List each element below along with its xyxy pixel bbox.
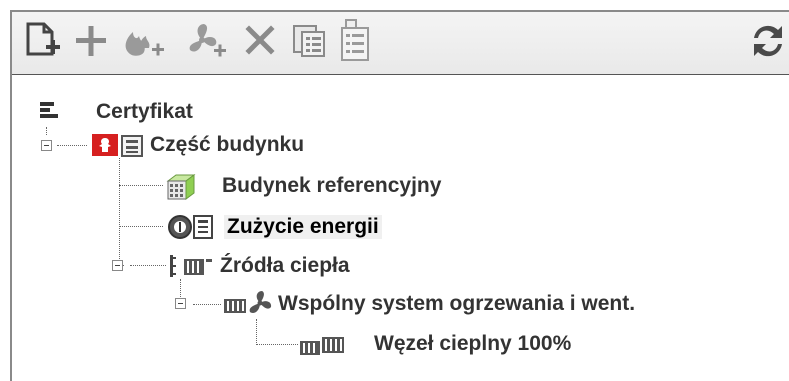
delete-button[interactable] (240, 18, 280, 64)
tree-node-label: Węzeł cieplny 100% (374, 332, 572, 355)
collapse-toggle[interactable] (175, 298, 186, 309)
tree-node-certyfikat[interactable]: Certyfikat (36, 97, 193, 127)
tree-connector (130, 265, 166, 266)
fan-plus-icon (189, 24, 226, 57)
collapse-toggle[interactable] (112, 260, 123, 271)
plus-icon (76, 26, 106, 56)
tree-connector (256, 344, 298, 345)
tree-connector (57, 145, 87, 146)
refresh-button[interactable] (746, 18, 789, 64)
form-icon (341, 19, 369, 61)
radiator-icon (170, 255, 212, 277)
radiator-fan-icon (224, 291, 272, 313)
tree-connector (119, 185, 163, 186)
collapse-toggle[interactable] (41, 140, 52, 151)
tree-node-label: Certyfikat (96, 100, 193, 123)
tree-node-label: Zużycie energii (224, 215, 382, 239)
tree-connector (119, 158, 120, 265)
tree-connector (256, 319, 257, 345)
tree-connector (119, 226, 163, 227)
add-ventilation-button[interactable] (180, 18, 232, 64)
copy-button[interactable] (288, 18, 332, 64)
toolbar (12, 12, 789, 75)
tree-node-budynek-referencyjny[interactable]: Budynek referencyjny (164, 171, 441, 201)
radiator-pair-icon (300, 337, 344, 355)
tree-node-wezel-cieplny[interactable]: Węzeł cieplny 100% (298, 329, 571, 359)
add-button[interactable] (72, 18, 110, 64)
list-icon (40, 102, 58, 118)
cube-building-icon (166, 174, 196, 200)
tree-node-zuzycie-energii[interactable]: Zużycie energii (164, 212, 382, 242)
tree-node-label: Część budynku (150, 133, 305, 156)
close-icon (245, 25, 275, 55)
building-part-icon (92, 134, 143, 157)
form-button[interactable] (338, 18, 382, 64)
tree-node-czesc-budynku[interactable]: Część budynku (90, 130, 304, 160)
tree-view: Certyfikat Część budynku Budynek referen… (12, 75, 789, 381)
copy-icon (293, 25, 325, 57)
tree-node-label: Źródła ciepła (220, 254, 350, 277)
tree-node-zrodla-ciepla[interactable]: Źródła ciepła (168, 251, 350, 281)
energy-meter-icon (168, 215, 213, 239)
refresh-icon (754, 25, 782, 57)
tree-connector (193, 304, 221, 305)
certificate-tree-panel: Certyfikat Część budynku Budynek referen… (10, 10, 789, 381)
new-document-button[interactable] (22, 18, 62, 64)
tree-node-label: Wspólny system ogrzewania i went. (278, 292, 636, 315)
tree-node-label: Budynek referencyjny (222, 174, 442, 197)
tree-connector (46, 127, 47, 135)
tree-node-wspolny-system[interactable]: Wspólny system ogrzewania i went. (222, 289, 635, 319)
add-heat-source-button[interactable] (120, 18, 170, 64)
new-document-icon (26, 22, 60, 56)
flame-plus-icon (125, 32, 164, 56)
